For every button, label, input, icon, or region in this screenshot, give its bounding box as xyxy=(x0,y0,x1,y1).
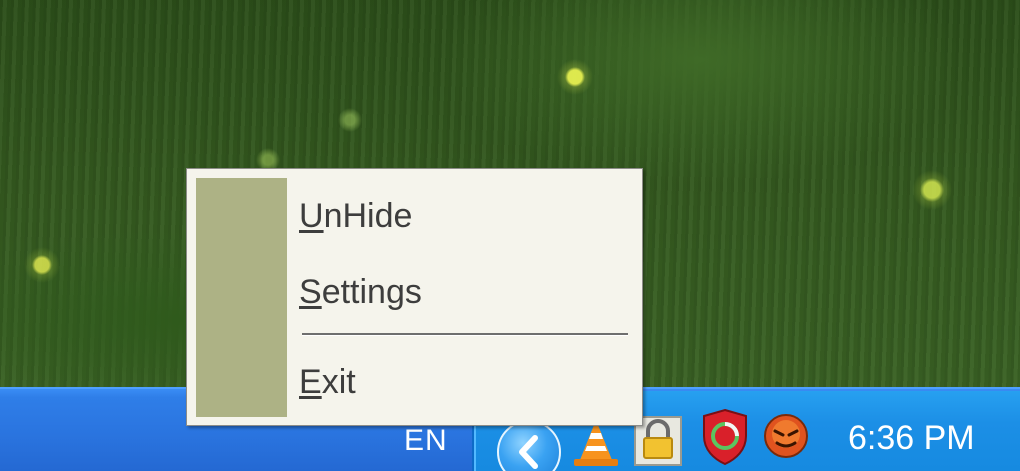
red-shield-icon[interactable] xyxy=(700,408,750,466)
menu-item-unhide-accelerator: U xyxy=(299,197,324,235)
menu-item-exit[interactable]: Exit xyxy=(299,363,356,402)
menu-sidebar xyxy=(196,178,287,417)
chevron-left-icon xyxy=(519,435,538,469)
menu-item-unhide-label: nHide xyxy=(323,197,413,235)
menu-item-settings-accelerator: S xyxy=(299,273,322,311)
red-face-icon[interactable] xyxy=(762,412,810,460)
taskbar-clock[interactable]: 6:36 PM xyxy=(848,419,975,458)
language-indicator[interactable]: EN xyxy=(404,424,448,458)
menu-item-exit-label: xit xyxy=(321,363,356,401)
menu-item-exit-accelerator: E xyxy=(299,363,322,401)
menu-item-settings[interactable]: Settings xyxy=(299,273,422,312)
menu-item-settings-label: ettings xyxy=(321,273,422,311)
context-menu: UnHide Settings Exit xyxy=(186,168,643,426)
menu-item-unhide[interactable]: UnHide xyxy=(299,197,412,236)
menu-separator xyxy=(302,333,628,336)
